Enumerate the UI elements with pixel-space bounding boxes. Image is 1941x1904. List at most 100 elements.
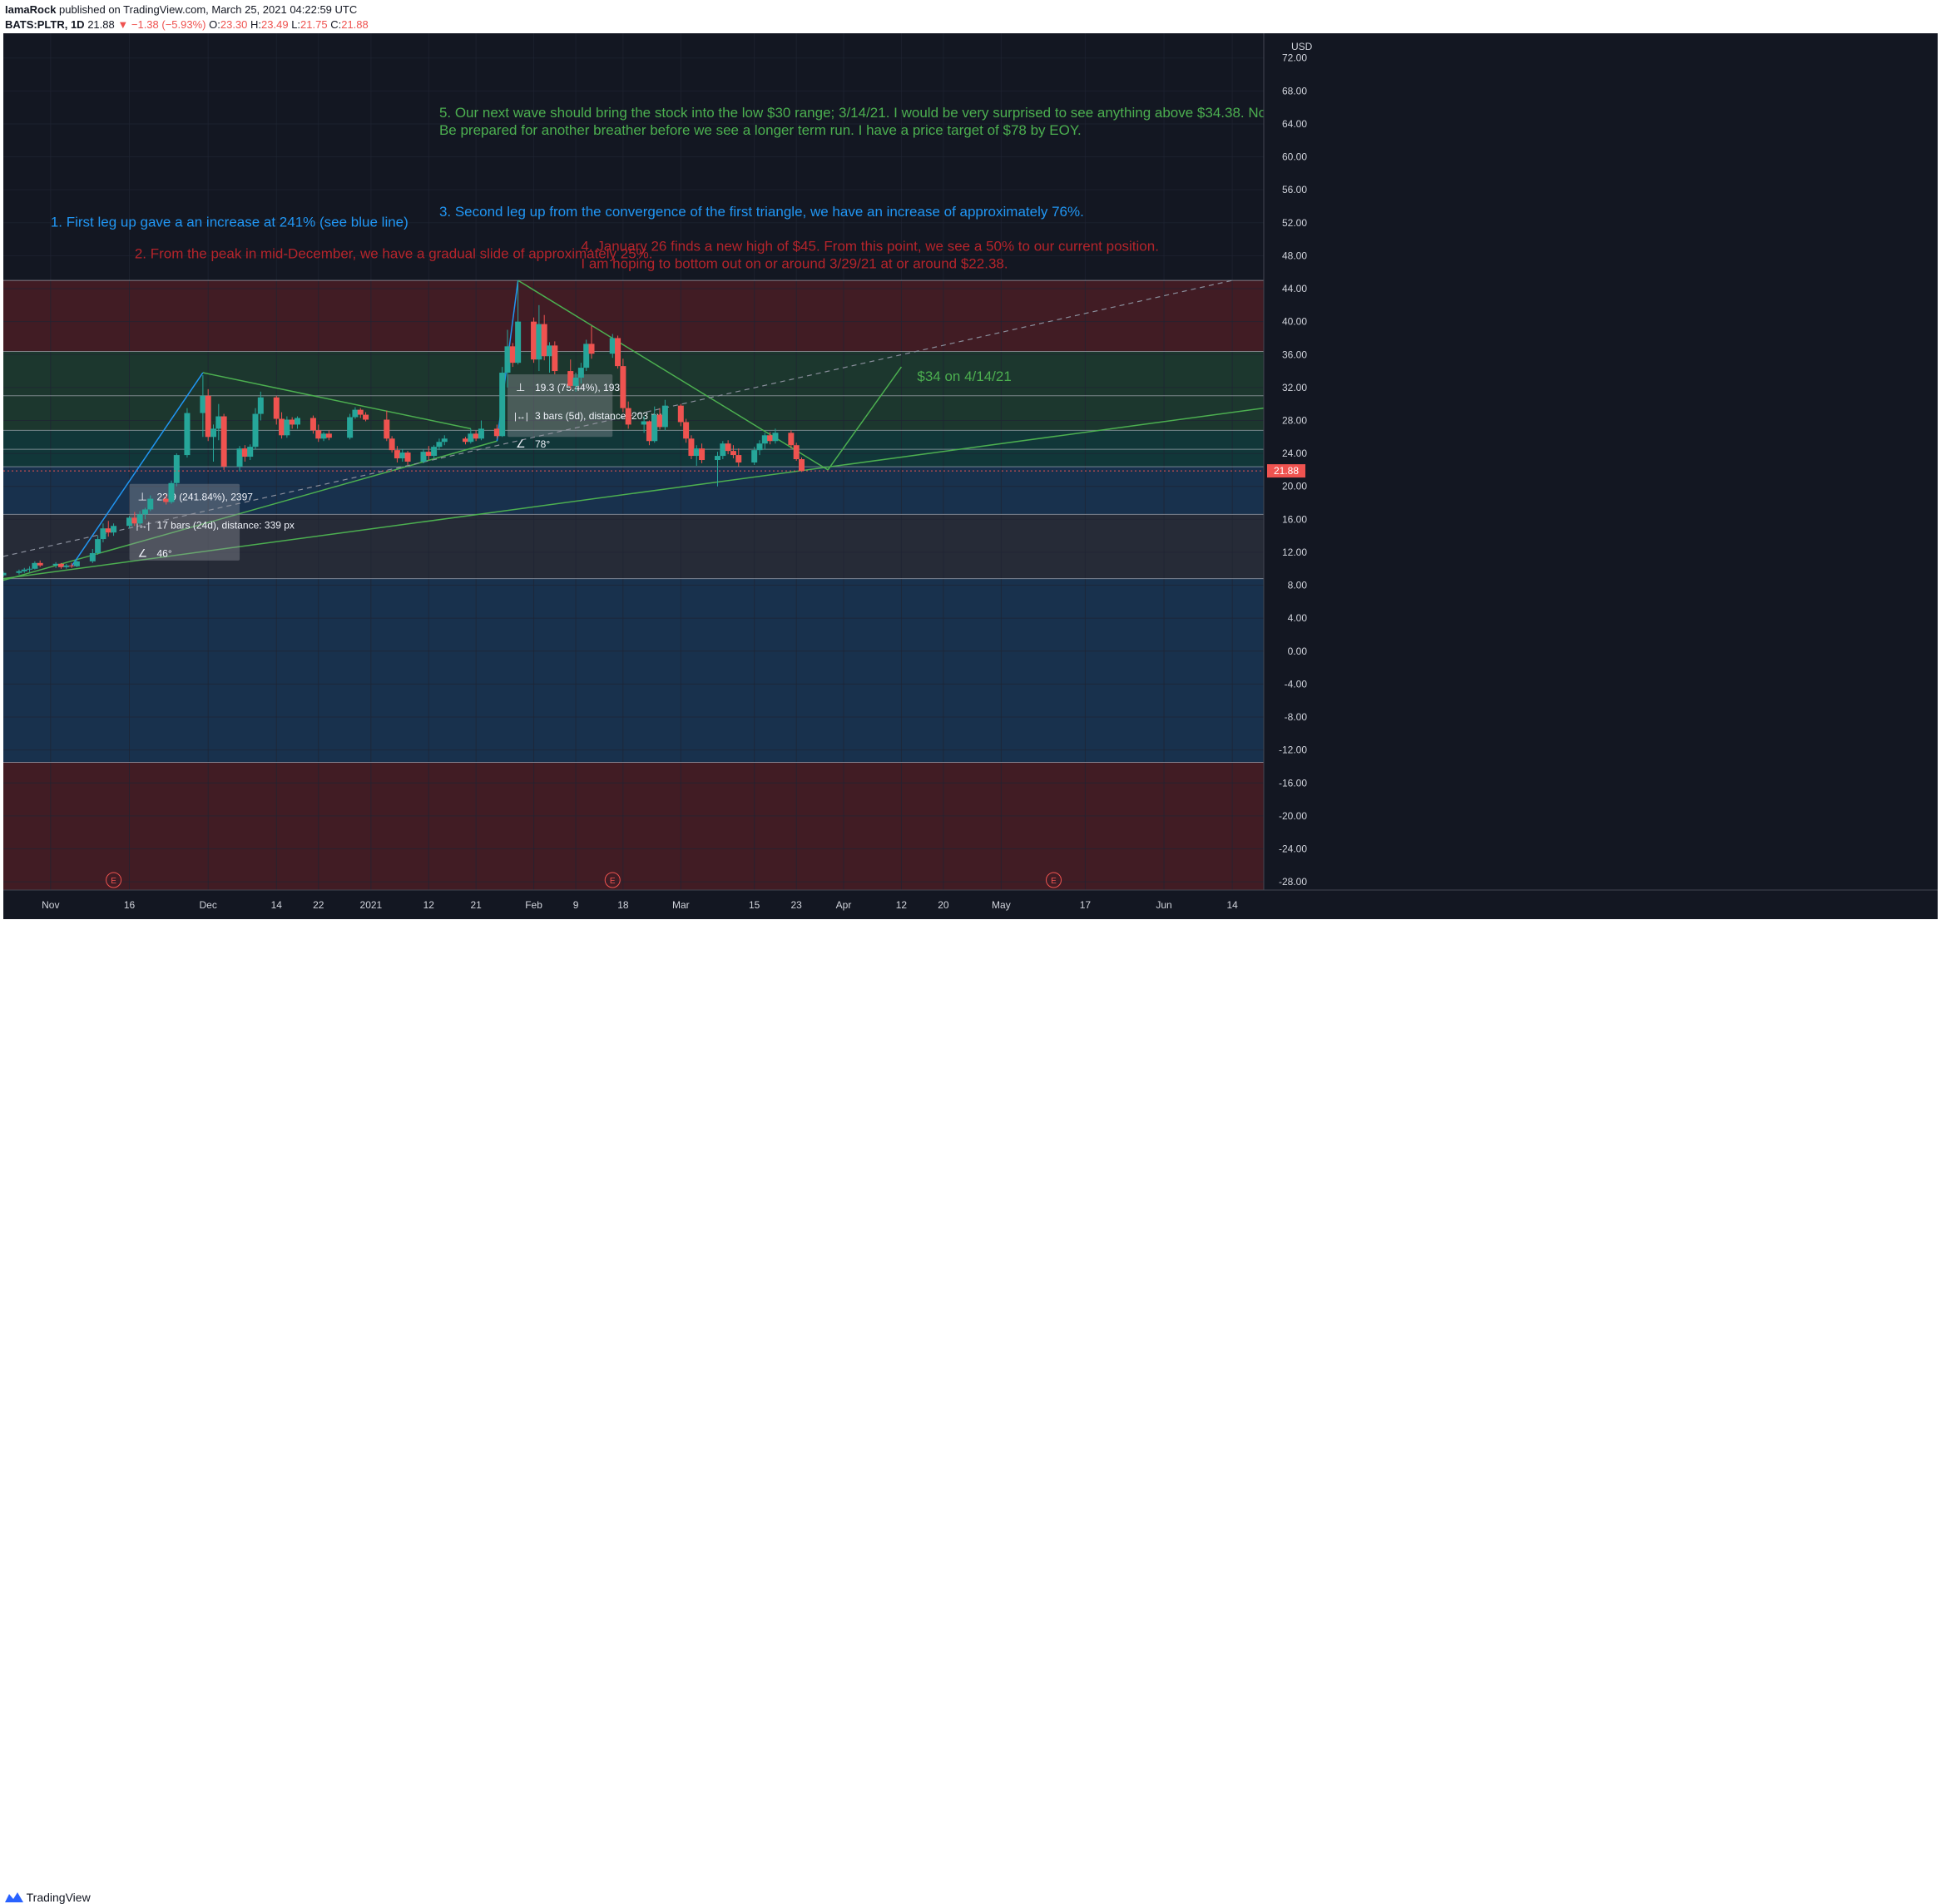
x-tick-label: Dec [200, 899, 217, 911]
candle-body [509, 346, 516, 363]
y-tick-label: -12.00 [1279, 744, 1307, 756]
x-tick-label: Feb [525, 899, 542, 911]
y-tick-label: 16.00 [1282, 513, 1307, 525]
candle-body [499, 373, 506, 437]
y-tick-label: 60.00 [1282, 151, 1307, 163]
time-axis-background [3, 890, 1938, 919]
chart-area[interactable]: 22.9 (241.84%), 2397 17 bars (24d), dista… [0, 33, 1938, 919]
y-tick-label: -20.00 [1279, 810, 1307, 822]
candle-body [363, 414, 369, 420]
measure-readout: 46° [157, 548, 172, 560]
candle-body [399, 453, 406, 459]
angle-icon: ∠ [516, 438, 526, 450]
candle [73, 560, 80, 567]
candle-body [247, 447, 254, 457]
author-name[interactable]: IamaRock [5, 3, 56, 16]
tradingview-logo[interactable]: TradingView [5, 1891, 91, 1904]
x-tick-label: May [992, 899, 1011, 911]
candle-body [27, 568, 33, 570]
price-zone-band [3, 280, 1264, 352]
candle-body [95, 539, 102, 553]
price-zone-band [3, 762, 1264, 890]
candle-body [210, 428, 216, 438]
candle-body [347, 417, 354, 438]
price-axis-background [1264, 33, 1938, 919]
candle-body [173, 455, 180, 483]
candle-body [531, 321, 537, 360]
close-label: C: [330, 18, 342, 31]
candle-body [220, 416, 227, 467]
candle-body [646, 421, 652, 442]
tradingview-logo-icon [5, 1892, 23, 1902]
annotation-text: Be prepared for another breather before … [439, 122, 1082, 138]
candle-body [661, 405, 668, 428]
candle-body [111, 526, 117, 533]
candle-body [384, 419, 390, 439]
high-label: H: [250, 18, 262, 31]
x-tick-label: 17 [1080, 899, 1092, 911]
candle-body [493, 428, 500, 437]
candle-body [89, 552, 96, 561]
candle [531, 317, 537, 363]
candle-body [767, 435, 774, 442]
price-zone-band [3, 430, 1264, 467]
candle-body [720, 443, 726, 457]
y-tick-label: 12.00 [1282, 546, 1307, 558]
x-tick-label: 12 [423, 899, 435, 911]
candle-body [761, 435, 768, 444]
earnings-marker-label: E [111, 877, 116, 886]
candle-body [588, 344, 595, 354]
last-price-tag: 21.88 [1267, 464, 1305, 478]
candle-body [725, 443, 731, 452]
candle [220, 413, 227, 470]
candle-body [100, 528, 106, 540]
annotation-text: 4. January 26 finds a new high of $45. F… [581, 238, 1159, 254]
open-label: O: [209, 18, 220, 31]
candle-body [515, 321, 522, 363]
candle-body [473, 433, 479, 439]
candle-body [572, 377, 579, 386]
y-tick-label: 72.00 [1282, 52, 1307, 64]
down-arrow-icon: ▼ [117, 18, 129, 31]
candle-body [547, 345, 552, 357]
candle-body [536, 324, 542, 360]
y-tick-label: 52.00 [1282, 217, 1307, 229]
candle-body [325, 433, 332, 438]
y-tick-label: -28.00 [1279, 876, 1307, 888]
symbol-label: BATS:PLTR, 1D [5, 18, 85, 31]
x-tick-label: 20 [938, 899, 949, 911]
candle-body [389, 438, 395, 451]
publish-line: IamaRock published on TradingView.com, M… [5, 3, 357, 16]
candle-body [257, 397, 264, 414]
price-chart[interactable]: 22.9 (241.84%), 239717 bars (24d), dista… [0, 33, 1938, 919]
x-tick-label: Mar [672, 899, 690, 911]
candle-body [141, 509, 148, 515]
candle-body [463, 438, 468, 443]
candle-body [21, 569, 27, 571]
candle-body [677, 405, 684, 423]
annotation-text: 3. Second leg up from the convergence of… [439, 204, 1084, 220]
candle-body [241, 448, 248, 457]
tradingview-logo-text: TradingView [26, 1891, 91, 1904]
annotation-text: I am hoping to bottom out on or around 3… [581, 255, 1008, 271]
x-tick-label: 14 [271, 899, 283, 911]
candle-body [352, 409, 359, 418]
earnings-marker-label: E [1051, 877, 1057, 886]
earnings-marker-label: E [610, 877, 616, 886]
candle-body [504, 346, 511, 373]
candle-body [273, 397, 280, 419]
candle [499, 367, 506, 438]
candle [184, 408, 191, 458]
candle-body [295, 418, 300, 425]
candle-body [37, 562, 43, 566]
chart-annotation-note-2: 2. From the peak in mid-December, we hav… [135, 245, 653, 261]
publish-header: IamaRock published on TradingView.com, M… [0, 0, 1941, 33]
candle-body [420, 452, 427, 462]
y-tick-label: -4.00 [1285, 678, 1308, 690]
y-tick-label: 0.00 [1288, 645, 1308, 657]
candle-body [252, 413, 259, 448]
chart-annotation-note-target: $34 on 4/14/21 [917, 368, 1011, 384]
candle-body [772, 433, 779, 442]
x-tick-label: 2021 [360, 899, 383, 911]
candle [552, 341, 558, 375]
